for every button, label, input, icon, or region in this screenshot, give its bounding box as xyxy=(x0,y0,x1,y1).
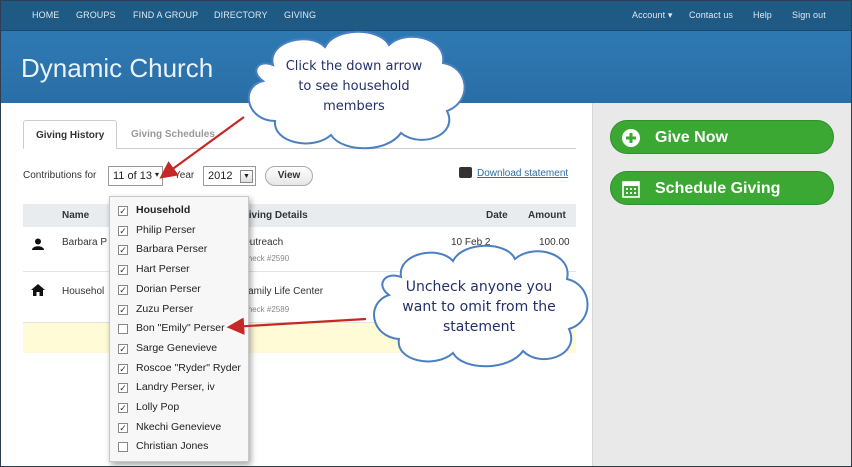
callout-line: members xyxy=(323,99,385,114)
callout-line: statement xyxy=(442,319,516,335)
callout-line: Uncheck anyone you xyxy=(405,279,553,295)
app-window: HOME GROUPS FIND A GROUP DIRECTORY GIVIN… xyxy=(0,0,852,467)
callout-line: want to omit from the xyxy=(402,299,556,315)
callout-bottom: Uncheck anyone you want to omit from the… xyxy=(363,241,595,371)
callout-line: to see household xyxy=(298,79,410,94)
callout-bottom-text: Uncheck anyone you want to omit from the… xyxy=(379,277,579,337)
callout-line: Click the down arrow xyxy=(285,59,423,74)
callout-top: Click the down arrow to see household me… xyxy=(233,25,475,153)
callout-top-text: Click the down arrow to see household me… xyxy=(253,57,455,117)
